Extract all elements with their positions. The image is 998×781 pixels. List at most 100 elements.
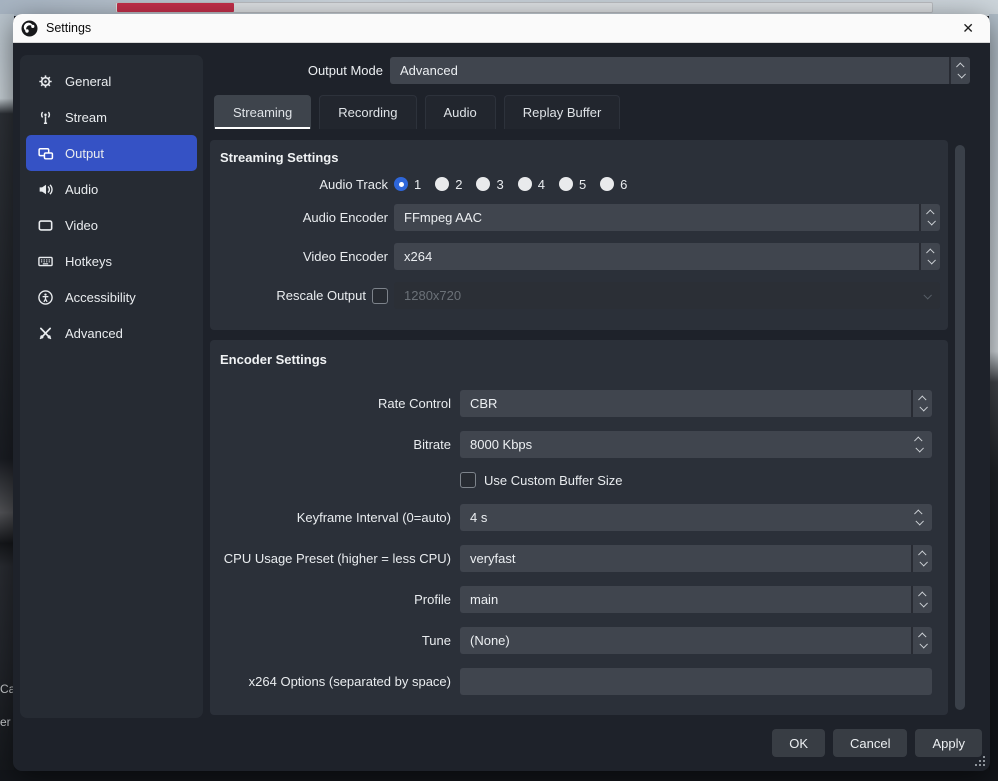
cpu-preset-row: CPU Usage Preset (higher = less CPU) ver… xyxy=(220,543,948,573)
profile-select[interactable]: main xyxy=(460,586,932,613)
radio-icon[interactable] xyxy=(476,177,490,191)
use-custom-buffer-label: Use Custom Buffer Size xyxy=(484,473,622,488)
sidebar-item-general[interactable]: General xyxy=(26,63,197,99)
x264-options-input[interactable] xyxy=(460,668,932,695)
cancel-button[interactable]: Cancel xyxy=(833,729,907,757)
chevron-up-down-icon[interactable] xyxy=(911,390,932,417)
sidebar-item-label: Audio xyxy=(65,182,98,197)
background-text-fragment: er xyxy=(0,715,11,729)
cpu-preset-select[interactable]: veryfast xyxy=(460,545,932,572)
tune-select[interactable]: (None) xyxy=(460,627,932,654)
audio-track-radio-4[interactable]: 4 xyxy=(518,177,545,192)
radio-icon[interactable] xyxy=(435,177,449,191)
audio-track-radio-5[interactable]: 5 xyxy=(559,177,586,192)
keyframe-interval-label: Keyframe Interval (0=auto) xyxy=(220,510,451,525)
obs-logo-icon xyxy=(21,20,38,37)
accessibility-icon xyxy=(37,289,54,306)
output-mode-label: Output Mode xyxy=(210,63,383,78)
keyframe-interval-spinbox[interactable]: 4 s xyxy=(460,504,932,531)
chevron-up-down-icon[interactable] xyxy=(949,57,970,84)
profile-label: Profile xyxy=(220,592,451,607)
video-encoder-select[interactable]: x264 xyxy=(394,243,940,270)
sidebar-item-label: Advanced xyxy=(65,326,123,341)
audio-track-radio-1[interactable]: 1 xyxy=(394,177,421,192)
radio-icon[interactable] xyxy=(518,177,532,191)
radio-label: 2 xyxy=(455,177,462,192)
chevron-up-down-icon[interactable] xyxy=(911,545,932,572)
scrollbar[interactable] xyxy=(955,145,965,710)
tab-audio[interactable]: Audio xyxy=(425,95,496,129)
background-left-sliver: Ca er xyxy=(0,14,14,781)
bitrate-spinbox[interactable]: 8000 Kbps xyxy=(460,431,932,458)
ok-button[interactable]: OK xyxy=(772,729,825,757)
rescale-output-row: Rescale Output 1280x720 xyxy=(220,282,948,309)
chevron-up-down-icon[interactable] xyxy=(911,627,932,654)
profile-row: Profile main xyxy=(220,584,948,614)
resize-grip[interactable] xyxy=(975,756,985,766)
tab-replay-buffer[interactable]: Replay Buffer xyxy=(504,95,621,129)
audio-track-label: Audio Track xyxy=(220,177,388,192)
sidebar-item-accessibility[interactable]: Accessibility xyxy=(26,279,197,315)
radio-icon[interactable] xyxy=(559,177,573,191)
sidebar-item-label: Accessibility xyxy=(65,290,136,305)
audio-encoder-select[interactable]: FFmpeg AAC xyxy=(394,204,940,231)
radio-label: 6 xyxy=(620,177,627,192)
video-encoder-row: Video Encoder x264 xyxy=(220,243,948,270)
sidebar-item-video[interactable]: Video xyxy=(26,207,197,243)
audio-track-row: Audio Track 1 2 3 4 5 6 xyxy=(220,174,948,194)
gear-icon xyxy=(37,73,54,90)
rate-control-label: Rate Control xyxy=(220,396,451,411)
video-encoder-label: Video Encoder xyxy=(220,249,388,264)
radio-label: 4 xyxy=(538,177,545,192)
output-mode-select[interactable]: Advanced xyxy=(390,57,970,84)
sidebar-item-stream[interactable]: Stream xyxy=(26,99,197,135)
speaker-icon xyxy=(37,181,54,198)
audio-track-radio-group: 1 2 3 4 5 6 xyxy=(394,177,627,192)
output-mode-row: Output Mode Advanced xyxy=(210,57,970,84)
audio-track-radio-3[interactable]: 3 xyxy=(476,177,503,192)
rescale-output-select: 1280x720 xyxy=(394,282,940,309)
sidebar: General Stream xyxy=(20,55,203,718)
audio-track-radio-6[interactable]: 6 xyxy=(600,177,627,192)
radio-label: 5 xyxy=(579,177,586,192)
chevron-up-down-icon[interactable] xyxy=(919,204,940,231)
chevron-up-down-icon[interactable] xyxy=(911,586,932,613)
profile-value: main xyxy=(470,592,498,607)
sidebar-item-audio[interactable]: Audio xyxy=(26,171,197,207)
window-title: Settings xyxy=(46,21,91,35)
sidebar-item-advanced[interactable]: Advanced xyxy=(26,315,197,351)
radio-label: 1 xyxy=(414,177,421,192)
radio-label: 3 xyxy=(496,177,503,192)
tab-streaming[interactable]: Streaming xyxy=(214,95,311,129)
bitrate-row: Bitrate 8000 Kbps xyxy=(220,429,948,459)
dialog-body: General Stream xyxy=(13,43,990,770)
titlebar[interactable]: Settings ✕ xyxy=(13,14,990,43)
spinner-arrows-icon[interactable] xyxy=(906,431,932,458)
footer-buttons: OK Cancel Apply xyxy=(772,729,982,757)
audio-encoder-value: FFmpeg AAC xyxy=(404,210,482,225)
audio-track-radio-2[interactable]: 2 xyxy=(435,177,462,192)
radio-icon[interactable] xyxy=(600,177,614,191)
rate-control-select[interactable]: CBR xyxy=(460,390,932,417)
stream-icon xyxy=(37,109,54,126)
audio-encoder-row: Audio Encoder FFmpeg AAC xyxy=(220,204,948,231)
sidebar-item-output[interactable]: Output xyxy=(26,135,197,171)
use-custom-buffer-checkbox[interactable] xyxy=(460,472,476,488)
rescale-output-checkbox[interactable] xyxy=(372,288,388,304)
close-icon[interactable]: ✕ xyxy=(958,19,978,37)
apply-button[interactable]: Apply xyxy=(915,729,982,757)
radio-icon[interactable] xyxy=(394,177,408,191)
custom-buffer-row: Use Custom Buffer Size xyxy=(220,470,948,490)
chevron-up-down-icon[interactable] xyxy=(919,243,940,270)
tune-label: Tune xyxy=(220,633,451,648)
output-icon xyxy=(37,145,54,162)
cpu-preset-value: veryfast xyxy=(470,551,516,566)
tools-icon xyxy=(37,325,54,342)
output-tabs: Streaming Recording Audio Replay Buffer xyxy=(214,95,620,129)
sidebar-item-hotkeys[interactable]: Hotkeys xyxy=(26,243,197,279)
settings-dialog: Settings ✕ General xyxy=(13,14,990,771)
tab-recording[interactable]: Recording xyxy=(319,95,416,129)
background-right-sliver xyxy=(989,14,998,781)
cpu-preset-label: CPU Usage Preset (higher = less CPU) xyxy=(220,551,451,566)
spinner-arrows-icon[interactable] xyxy=(906,504,932,531)
